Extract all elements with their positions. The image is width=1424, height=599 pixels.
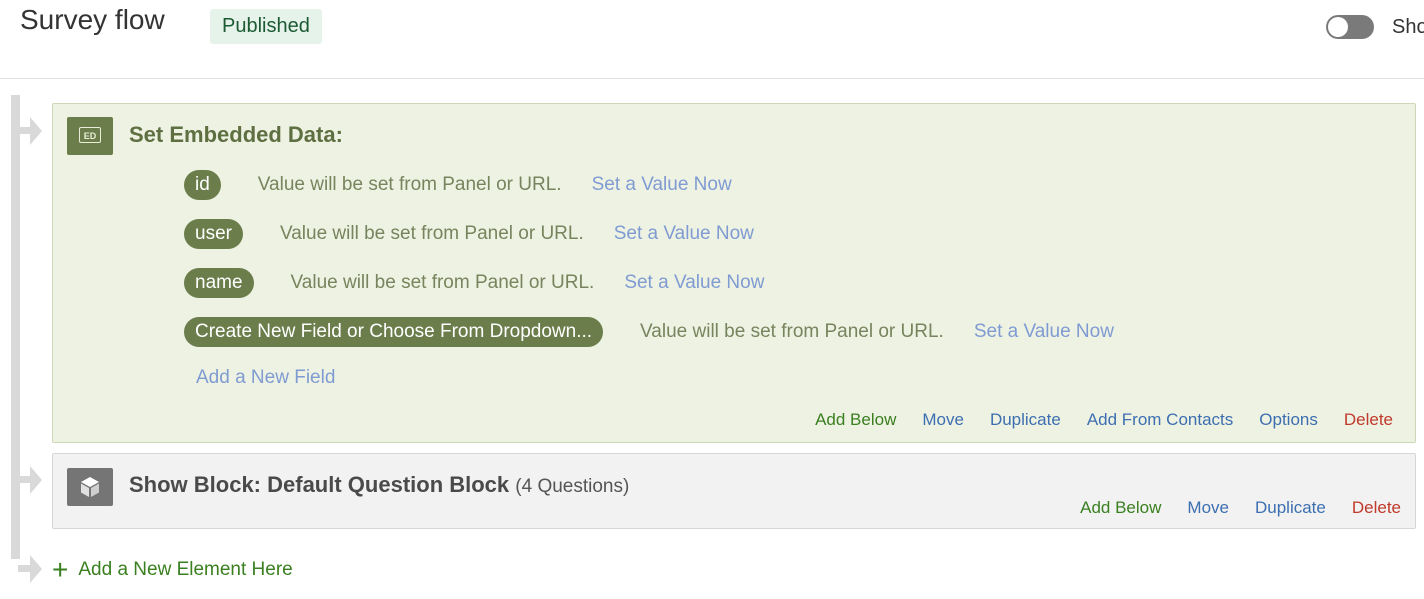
status-badge: Published <box>210 9 322 44</box>
embedded-data-icon-label: ED <box>79 127 101 143</box>
move-button[interactable]: Move <box>922 410 964 430</box>
toggle-label: Sho <box>1392 16 1424 38</box>
embedded-field-row: name Value will be set from Panel or URL… <box>184 268 764 298</box>
show-toggle[interactable] <box>1326 15 1374 39</box>
add-new-element-link[interactable]: + Add a New Element Here <box>52 555 293 585</box>
set-value-link[interactable]: Set a Value Now <box>974 321 1114 343</box>
flow-arrow-icon <box>30 117 42 145</box>
page-header: Survey flow Published Sho <box>0 0 1424 79</box>
flow-rail <box>11 95 20 559</box>
duplicate-button[interactable]: Duplicate <box>1255 498 1326 518</box>
field-name-dropdown[interactable]: Create New Field or Choose From Dropdown… <box>184 317 604 347</box>
embedded-field-row: Create New Field or Choose From Dropdown… <box>184 317 1114 347</box>
field-description: Value will be set from Panel or URL. <box>640 321 944 342</box>
delete-button[interactable]: Delete <box>1344 410 1393 430</box>
embedded-field-row: user Value will be set from Panel or URL… <box>184 219 754 249</box>
flow-arrow-icon <box>30 466 42 494</box>
embedded-data-actions: Add Below Move Duplicate Add From Contac… <box>789 410 1393 430</box>
field-name-pill[interactable]: id <box>184 170 221 200</box>
add-below-button[interactable]: Add Below <box>815 410 896 430</box>
question-count: (4 Questions) <box>515 476 630 497</box>
block-actions: Add Below Move Duplicate Delete <box>1054 498 1401 518</box>
duplicate-button[interactable]: Duplicate <box>990 410 1061 430</box>
block-title: Show Block: Default Question Block (4 Qu… <box>129 472 629 498</box>
block-cube-icon <box>67 468 113 506</box>
add-new-field-link[interactable]: Add a New Field <box>196 367 335 389</box>
options-button[interactable]: Options <box>1259 410 1318 430</box>
add-from-contacts-button[interactable]: Add From Contacts <box>1087 410 1233 430</box>
embedded-data-icon: ED <box>67 117 113 155</box>
field-name-pill[interactable]: name <box>184 268 254 298</box>
field-description: Value will be set from Panel or URL. <box>290 272 595 293</box>
field-description: Value will be set from Panel or URL. <box>257 174 562 195</box>
toggle-knob <box>1328 17 1348 37</box>
set-value-link[interactable]: Set a Value Now <box>614 223 754 245</box>
flow-arrow-icon <box>30 555 42 583</box>
block-title-text: Show Block: Default Question Block <box>129 472 510 497</box>
set-value-link[interactable]: Set a Value Now <box>624 272 764 294</box>
add-below-button[interactable]: Add Below <box>1080 498 1161 518</box>
delete-button[interactable]: Delete <box>1352 498 1401 518</box>
move-button[interactable]: Move <box>1187 498 1229 518</box>
embedded-field-row: id Value will be set from Panel or URL. … <box>184 170 732 200</box>
field-name-pill[interactable]: user <box>184 219 243 249</box>
field-description: Value will be set from Panel or URL. <box>279 223 584 244</box>
show-block-element: Show Block: Default Question Block (4 Qu… <box>52 453 1416 529</box>
set-value-link[interactable]: Set a Value Now <box>592 174 732 196</box>
embedded-data-title: Set Embedded Data: <box>129 122 343 147</box>
embedded-data-element: ED Set Embedded Data: id Value will be s… <box>52 103 1416 443</box>
add-new-element-label: Add a New Element Here <box>78 559 293 580</box>
plus-icon: + <box>52 554 69 585</box>
page-title: Survey flow <box>20 4 165 35</box>
